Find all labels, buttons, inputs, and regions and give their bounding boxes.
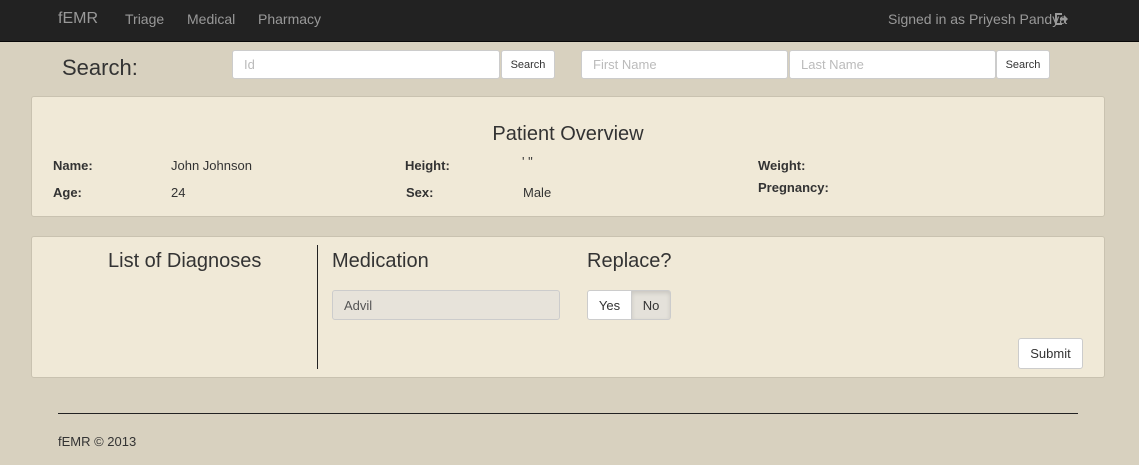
medication-field: Advil [332,290,560,320]
top-navbar: fEMR Triage Medical Pharmacy Signed in a… [0,0,1139,42]
name-search-button[interactable]: Search [996,50,1050,79]
sex-value: Male [523,185,552,200]
weight-label: Weight: [758,158,806,173]
vertical-divider [317,245,318,369]
prescription-panel: List of Diagnoses Medication Advil Repla… [31,236,1105,378]
sex-label: Sex: [406,185,434,200]
replace-yes-button[interactable]: Yes [587,290,632,320]
name-value: John Johnson [171,158,252,173]
age-label: Age: [53,185,82,200]
pregnancy-label: Pregnancy: [758,180,829,195]
sign-out-icon[interactable] [1053,11,1069,27]
patient-overview-panel: Patient Overview Name: John Johnson Age:… [31,96,1105,217]
replace-no-button[interactable]: No [631,290,671,320]
nav-pharmacy[interactable]: Pharmacy [258,11,321,27]
brand-link[interactable]: fEMR [58,10,98,28]
footer-copyright: fEMR © 2013 [58,434,137,449]
nav-triage[interactable]: Triage [125,11,164,27]
search-title: Search: [62,55,138,80]
footer-divider [58,413,1078,414]
diagnoses-title: List of Diagnoses [108,250,262,272]
medication-title: Medication [332,250,429,272]
height-label: Height: [405,158,450,173]
id-search-input[interactable] [232,50,500,79]
submit-button[interactable]: Submit [1018,338,1083,369]
id-search-button[interactable]: Search [501,50,555,79]
signed-in-text: Signed in as Priyesh Pandya [888,11,1067,27]
replace-title: Replace? [587,250,672,272]
nav-medical[interactable]: Medical [187,11,235,27]
height-value: ' " [522,154,533,169]
last-name-input[interactable] [789,50,996,79]
name-label: Name: [53,158,93,173]
overview-title: Patient Overview [492,123,644,145]
first-name-input[interactable] [581,50,788,79]
age-value: 24 [171,185,186,200]
